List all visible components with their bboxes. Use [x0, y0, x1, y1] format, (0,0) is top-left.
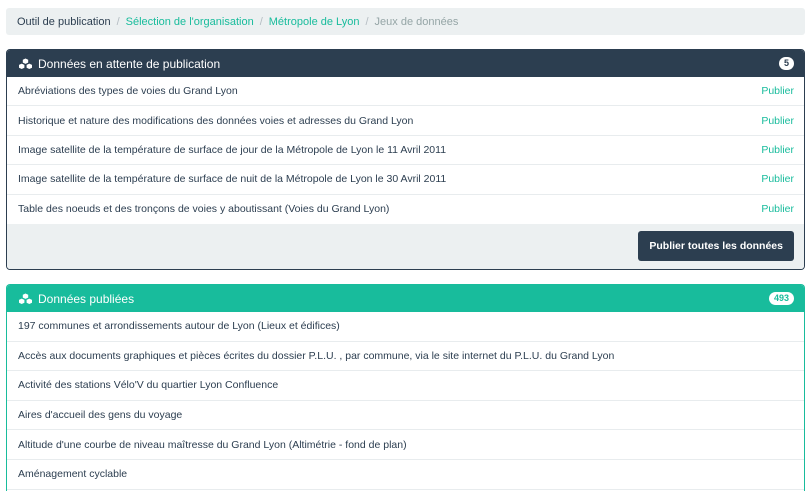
- dataset-name: Altitude d'une courbe de niveau maîtress…: [18, 438, 407, 451]
- dataset-name: Activité des stations Vélo'V du quartier…: [18, 379, 279, 392]
- dataset-name: Image satellite de la température de sur…: [18, 173, 447, 186]
- published-count-badge: 493: [768, 292, 794, 305]
- breadcrumb-separator: /: [365, 15, 369, 28]
- published-panel-title: Données publiées: [38, 291, 135, 306]
- pending-dataset-row: Image satellite de la température de sur…: [7, 165, 804, 195]
- published-datasets-panel: Données publiées 493 197 communes et arr…: [6, 284, 805, 491]
- published-panel-heading: Données publiées 493: [7, 285, 804, 312]
- pending-dataset-row: Historique et nature des modifications d…: [7, 106, 804, 136]
- cubes-icon: [19, 58, 32, 69]
- breadcrumb-root: Outil de publication: [17, 15, 111, 28]
- publish-link[interactable]: Publier: [761, 144, 794, 156]
- published-dataset-row[interactable]: Aménagement cyclable: [7, 460, 804, 490]
- pending-dataset-row: Image satellite de la température de sur…: [7, 136, 804, 166]
- pending-panel-title: Données en attente de publication: [38, 56, 221, 71]
- publish-link[interactable]: Publier: [761, 115, 794, 127]
- dataset-name: Table des noeuds et des tronçons de voie…: [18, 203, 390, 216]
- pending-dataset-row: Abréviations des types de voies du Grand…: [7, 77, 804, 107]
- dataset-name: Abréviations des types de voies du Grand…: [18, 85, 238, 98]
- breadcrumb-separator: /: [116, 15, 120, 28]
- cubes-icon: [19, 293, 32, 304]
- published-dataset-row[interactable]: Aires d'accueil des gens du voyage: [7, 401, 804, 431]
- published-dataset-row[interactable]: Activité des stations Vélo'V du quartier…: [7, 371, 804, 401]
- pending-count-badge: 5: [778, 57, 794, 70]
- dataset-name: Image satellite de la température de sur…: [18, 143, 447, 156]
- publish-link[interactable]: Publier: [761, 173, 794, 185]
- pending-dataset-row: Table des noeuds et des tronçons de voie…: [7, 195, 804, 224]
- breadcrumb-org-select-link[interactable]: Sélection de l'organisation: [126, 16, 254, 28]
- dataset-name: Aménagement cyclable: [18, 468, 128, 481]
- publish-link[interactable]: Publier: [761, 85, 794, 97]
- publish-all-button[interactable]: Publier toutes les données: [638, 231, 794, 262]
- pending-panel-heading: Données en attente de publication 5: [7, 50, 804, 77]
- breadcrumb-current: Jeux de données: [374, 15, 459, 28]
- breadcrumb-separator: /: [259, 15, 263, 28]
- dataset-name: 197 communes et arrondissements autour d…: [18, 320, 340, 333]
- dataset-name: Aires d'accueil des gens du voyage: [18, 409, 183, 422]
- publish-link[interactable]: Publier: [761, 203, 794, 215]
- breadcrumb: Outil de publication / Sélection de l'or…: [6, 8, 805, 35]
- dataset-name: Accès aux documents graphiques et pièces…: [18, 349, 615, 362]
- published-dataset-row[interactable]: 197 communes et arrondissements autour d…: [7, 312, 804, 342]
- dataset-name: Historique et nature des modifications d…: [18, 114, 414, 127]
- published-dataset-row[interactable]: Altitude d'une courbe de niveau maîtress…: [7, 430, 804, 460]
- published-dataset-row[interactable]: Accès aux documents graphiques et pièces…: [7, 342, 804, 372]
- pending-datasets-panel: Données en attente de publication 5 Abré…: [6, 49, 805, 270]
- breadcrumb-org-link[interactable]: Métropole de Lyon: [269, 16, 360, 28]
- pending-panel-footer: Publier toutes les données: [7, 223, 804, 269]
